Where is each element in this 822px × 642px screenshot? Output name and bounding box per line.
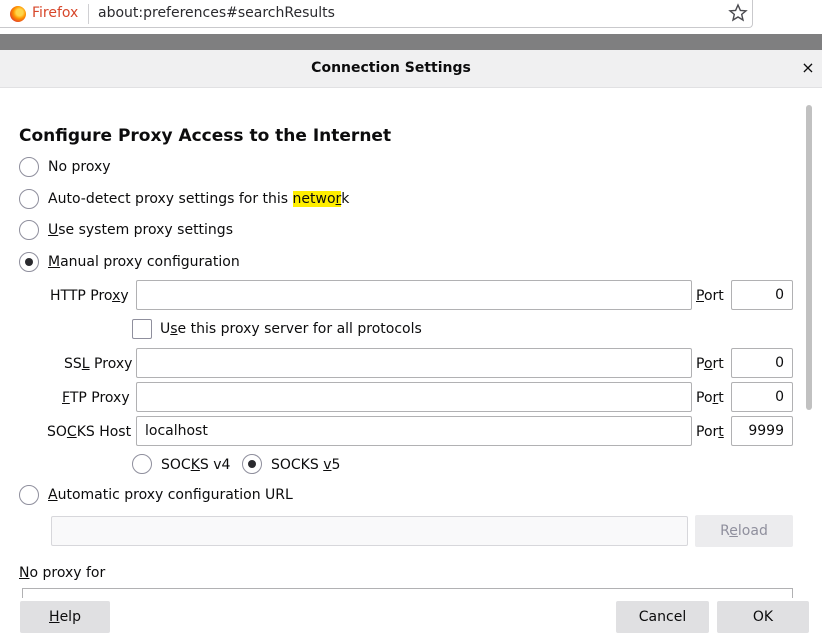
no-proxy-for-label: No proxy for bbox=[19, 565, 106, 581]
url-separator bbox=[88, 4, 89, 24]
socks-v4-radio[interactable] bbox=[132, 454, 152, 474]
bookmark-star-icon[interactable] bbox=[728, 3, 748, 23]
ok-button[interactable]: OK bbox=[717, 601, 809, 633]
ssl-port-label: Port bbox=[696, 356, 724, 372]
url-bar[interactable]: Firefox about:preferences#searchResults bbox=[0, 0, 753, 28]
dialog-header: Connection Settings × bbox=[0, 50, 822, 88]
browser-identity-label: Firefox bbox=[32, 5, 79, 21]
browser-toolbar: Firefox about:preferences#searchResults bbox=[0, 0, 822, 34]
ssl-proxy-input[interactable] bbox=[136, 348, 692, 378]
cancel-button[interactable]: Cancel bbox=[616, 601, 709, 633]
auto-detect-label[interactable]: Auto-detect proxy settings for this netw… bbox=[48, 191, 349, 207]
ssl-port-input[interactable]: 0 bbox=[731, 348, 793, 378]
socks-v5-label[interactable]: SOCKS v5 bbox=[271, 457, 340, 473]
dialog-footer: Help Cancel OK bbox=[0, 598, 822, 642]
socks-port-label: Port bbox=[696, 424, 724, 440]
ftp-proxy-label: FTP Proxy bbox=[62, 390, 130, 406]
auto-url-input[interactable] bbox=[51, 516, 688, 546]
section-title: Configure Proxy Access to the Internet bbox=[19, 126, 392, 146]
share-proxy-checkbox[interactable] bbox=[132, 319, 152, 339]
http-port-input[interactable]: 0 bbox=[731, 280, 793, 310]
socks-v4-label[interactable]: SOCKS v4 bbox=[161, 457, 230, 473]
auto-detect-radio[interactable] bbox=[19, 189, 39, 209]
no-proxy-label[interactable]: No proxy bbox=[48, 159, 111, 175]
scrollbar-thumb[interactable] bbox=[806, 105, 812, 410]
ftp-port-label: Port bbox=[696, 390, 724, 406]
ftp-port-input[interactable]: 0 bbox=[731, 382, 793, 412]
socks-port-input[interactable]: 9999 bbox=[731, 416, 793, 446]
ftp-proxy-input[interactable] bbox=[136, 382, 692, 412]
url-text[interactable]: about:preferences#searchResults bbox=[98, 5, 335, 21]
system-proxy-label[interactable]: Use system proxy settings bbox=[48, 222, 233, 238]
reload-button[interactable]: Reload bbox=[695, 515, 793, 547]
socks-host-input[interactable]: localhost bbox=[136, 416, 692, 446]
help-button[interactable]: Help bbox=[20, 601, 110, 633]
system-proxy-radio[interactable] bbox=[19, 220, 39, 240]
manual-proxy-radio[interactable] bbox=[19, 252, 39, 272]
dialog-title: Connection Settings bbox=[311, 60, 471, 76]
http-port-label: Port bbox=[696, 288, 724, 304]
page-backdrop bbox=[0, 34, 822, 50]
no-proxy-radio[interactable] bbox=[19, 157, 39, 177]
ssl-proxy-label: SSL Proxy bbox=[64, 356, 133, 372]
http-proxy-input[interactable] bbox=[136, 280, 692, 310]
share-proxy-label[interactable]: Use this proxy server for all protocols bbox=[160, 321, 422, 337]
auto-url-radio[interactable] bbox=[19, 485, 39, 505]
no-proxy-for-textarea[interactable] bbox=[22, 588, 793, 598]
firefox-logo-icon bbox=[10, 6, 26, 22]
close-button[interactable]: × bbox=[798, 58, 818, 78]
http-proxy-label: HTTP Proxy bbox=[50, 288, 129, 304]
connection-settings-dialog: Connection Settings × Configure Proxy Ac… bbox=[0, 50, 822, 642]
socks-host-label: SOCKS Host bbox=[47, 424, 132, 440]
manual-proxy-label[interactable]: Manual proxy configuration bbox=[48, 254, 240, 270]
auto-url-label[interactable]: Automatic proxy configuration URL bbox=[48, 487, 293, 503]
socks-v5-radio[interactable] bbox=[242, 454, 262, 474]
